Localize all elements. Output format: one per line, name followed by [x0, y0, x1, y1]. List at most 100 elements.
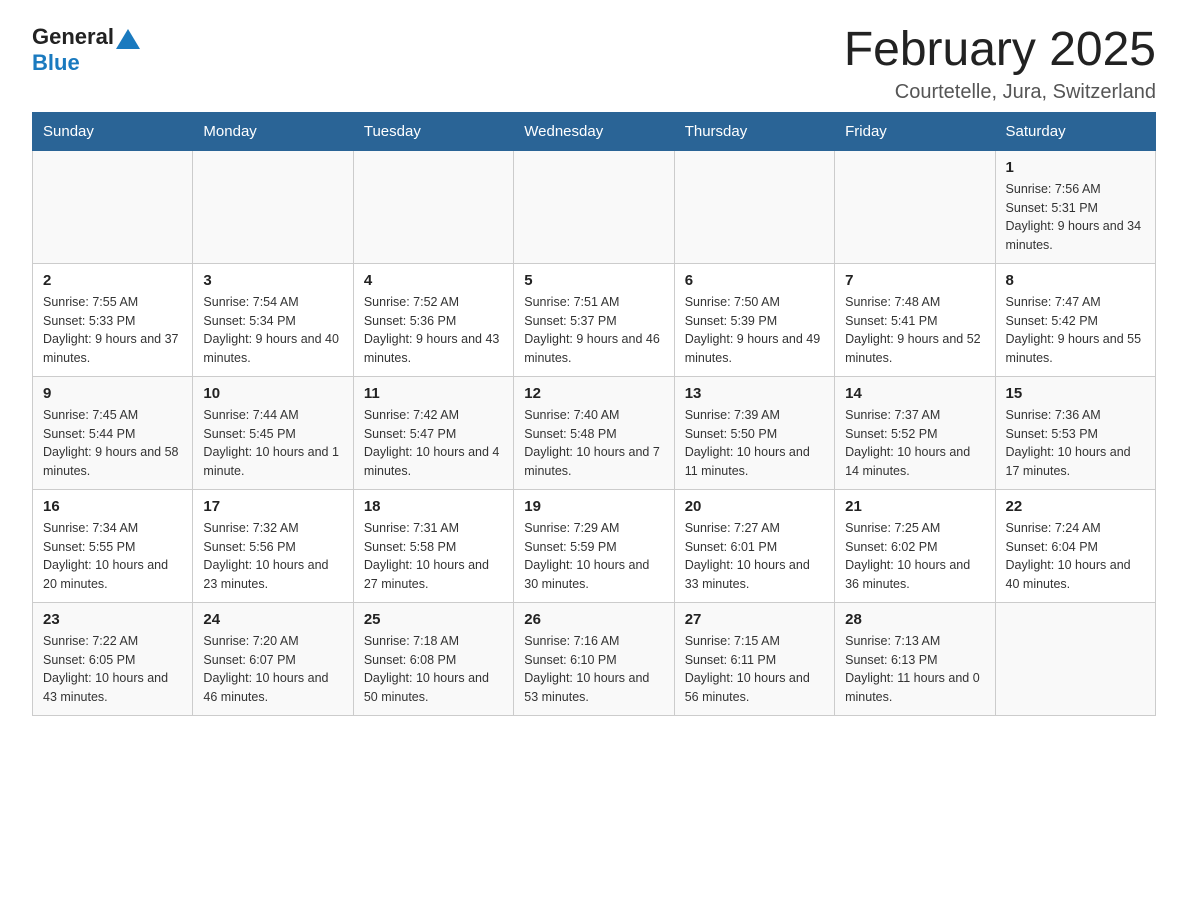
calendar-cell [514, 150, 674, 263]
calendar-cell: 19Sunrise: 7:29 AMSunset: 5:59 PMDayligh… [514, 489, 674, 602]
calendar-cell [995, 602, 1155, 715]
month-title: February 2025 [844, 24, 1156, 77]
day-info: Sunrise: 7:37 AMSunset: 5:52 PMDaylight:… [845, 406, 984, 481]
calendar-cell: 13 Sunrise: 7:39 AMSunset: 5:50 PMDayligh… [674, 376, 834, 489]
day-info: Sunrise: 7:48 AMSunset: 5:41 PMDaylight:… [845, 293, 984, 368]
day-number: 5 [524, 272, 663, 289]
calendar-week-row: 23 Sunrise: 7:22 AMSunset: 6:05 PMDayligh… [33, 602, 1156, 715]
calendar-cell: 23 Sunrise: 7:22 AMSunset: 6:05 PMDayligh… [33, 602, 193, 715]
calendar-cell: 28 Sunrise: 7:13 AMSunset: 6:13 PMDayligh… [835, 602, 995, 715]
calendar-cell: 21 Sunrise: 7:25 AMSunset: 6:02 PMDayligh… [835, 489, 995, 602]
calendar-cell: 20 Sunrise: 7:27 AMSunset: 6:01 PMDayligh… [674, 489, 834, 602]
logo-triangle-icon [116, 29, 140, 49]
day-number: 1 [1006, 159, 1145, 176]
location-title: Courtetelle, Jura, Switzerland [844, 81, 1156, 104]
calendar-cell: 7 Sunrise: 7:48 AMSunset: 5:41 PMDaylight… [835, 263, 995, 376]
day-info: Sunrise: 7:55 AMSunset: 5:33 PMDaylight:… [43, 293, 182, 368]
day-info: Sunrise: 7:51 AMSunset: 5:37 PMDaylight:… [524, 293, 663, 368]
day-number: 27 [685, 611, 824, 628]
calendar-cell: 1Sunrise: 7:56 AMSunset: 5:31 PMDaylight… [995, 150, 1155, 263]
day-info: Sunrise: 7:20 AMSunset: 6:07 PMDaylight:… [203, 632, 342, 707]
day-info: Sunrise: 7:47 AMSunset: 5:42 PMDaylight:… [1006, 293, 1145, 368]
day-info: Sunrise: 7:13 AMSunset: 6:13 PMDaylight:… [845, 632, 984, 707]
calendar-cell: 17Sunrise: 7:32 AMSunset: 5:56 PMDayligh… [193, 489, 353, 602]
day-number: 14 [845, 385, 984, 402]
day-info: Sunrise: 7:24 AMSunset: 6:04 PMDaylight:… [1006, 519, 1145, 594]
weekday-header-tuesday: Tuesday [353, 112, 513, 150]
day-info: Sunrise: 7:16 AMSunset: 6:10 PMDaylight:… [524, 632, 663, 707]
calendar-cell: 18 Sunrise: 7:31 AMSunset: 5:58 PMDayligh… [353, 489, 513, 602]
calendar-week-row: 16 Sunrise: 7:34 AMSunset: 5:55 PMDayligh… [33, 489, 1156, 602]
day-number: 13 [685, 385, 824, 402]
day-number: 9 [43, 385, 182, 402]
day-info: Sunrise: 7:54 AMSunset: 5:34 PMDaylight:… [203, 293, 342, 368]
logo-blue-text: Blue [32, 50, 80, 75]
day-number: 10 [203, 385, 342, 402]
day-info: Sunrise: 7:27 AMSunset: 6:01 PMDaylight:… [685, 519, 824, 594]
calendar-cell: 22 Sunrise: 7:24 AMSunset: 6:04 PMDayligh… [995, 489, 1155, 602]
weekday-header-sunday: Sunday [33, 112, 193, 150]
calendar-cell: 25 Sunrise: 7:18 AMSunset: 6:08 PMDayligh… [353, 602, 513, 715]
calendar-cell: 10Sunrise: 7:44 AMSunset: 5:45 PMDayligh… [193, 376, 353, 489]
day-number: 4 [364, 272, 503, 289]
calendar-cell [835, 150, 995, 263]
day-info: Sunrise: 7:50 AMSunset: 5:39 PMDaylight:… [685, 293, 824, 368]
calendar-cell [33, 150, 193, 263]
calendar-cell: 5 Sunrise: 7:51 AMSunset: 5:37 PMDaylight… [514, 263, 674, 376]
title-block: February 2025 Courtetelle, Jura, Switzer… [844, 24, 1156, 104]
day-info: Sunrise: 7:45 AMSunset: 5:44 PMDaylight:… [43, 406, 182, 481]
calendar-week-row: 2 Sunrise: 7:55 AMSunset: 5:33 PMDaylight… [33, 263, 1156, 376]
day-number: 28 [845, 611, 984, 628]
calendar-cell: 3 Sunrise: 7:54 AMSunset: 5:34 PMDaylight… [193, 263, 353, 376]
day-number: 23 [43, 611, 182, 628]
day-number: 15 [1006, 385, 1145, 402]
calendar-cell: 16 Sunrise: 7:34 AMSunset: 5:55 PMDayligh… [33, 489, 193, 602]
calendar-week-row: 1Sunrise: 7:56 AMSunset: 5:31 PMDaylight… [33, 150, 1156, 263]
weekday-header-thursday: Thursday [674, 112, 834, 150]
weekday-header-saturday: Saturday [995, 112, 1155, 150]
day-number: 25 [364, 611, 503, 628]
calendar-cell: 8Sunrise: 7:47 AMSunset: 5:42 PMDaylight… [995, 263, 1155, 376]
weekday-header-wednesday: Wednesday [514, 112, 674, 150]
day-number: 3 [203, 272, 342, 289]
page-header: General Blue February 2025 Courtetelle, … [32, 24, 1156, 104]
day-number: 26 [524, 611, 663, 628]
day-number: 2 [43, 272, 182, 289]
calendar-cell: 27 Sunrise: 7:15 AMSunset: 6:11 PMDayligh… [674, 602, 834, 715]
logo: General Blue [32, 24, 140, 76]
day-info: Sunrise: 7:42 AMSunset: 5:47 PMDaylight:… [364, 406, 503, 481]
calendar-week-row: 9 Sunrise: 7:45 AMSunset: 5:44 PMDaylight… [33, 376, 1156, 489]
day-number: 7 [845, 272, 984, 289]
day-info: Sunrise: 7:15 AMSunset: 6:11 PMDaylight:… [685, 632, 824, 707]
calendar-cell: 9 Sunrise: 7:45 AMSunset: 5:44 PMDaylight… [33, 376, 193, 489]
calendar-cell: 12Sunrise: 7:40 AMSunset: 5:48 PMDayligh… [514, 376, 674, 489]
day-number: 6 [685, 272, 824, 289]
day-info: Sunrise: 7:22 AMSunset: 6:05 PMDaylight:… [43, 632, 182, 707]
calendar-cell: 15 Sunrise: 7:36 AMSunset: 5:53 PMDayligh… [995, 376, 1155, 489]
day-info: Sunrise: 7:18 AMSunset: 6:08 PMDaylight:… [364, 632, 503, 707]
day-number: 19 [524, 498, 663, 515]
calendar-cell: 4Sunrise: 7:52 AMSunset: 5:36 PMDaylight… [353, 263, 513, 376]
day-info: Sunrise: 7:34 AMSunset: 5:55 PMDaylight:… [43, 519, 182, 594]
day-number: 24 [203, 611, 342, 628]
day-number: 21 [845, 498, 984, 515]
day-info: Sunrise: 7:36 AMSunset: 5:53 PMDaylight:… [1006, 406, 1145, 481]
day-info: Sunrise: 7:25 AMSunset: 6:02 PMDaylight:… [845, 519, 984, 594]
calendar-cell: 24 Sunrise: 7:20 AMSunset: 6:07 PMDayligh… [193, 602, 353, 715]
calendar-cell: 11 Sunrise: 7:42 AMSunset: 5:47 PMDayligh… [353, 376, 513, 489]
weekday-header-friday: Friday [835, 112, 995, 150]
calendar-cell [193, 150, 353, 263]
calendar-cell [674, 150, 834, 263]
day-info: Sunrise: 7:31 AMSunset: 5:58 PMDaylight:… [364, 519, 503, 594]
day-number: 11 [364, 385, 503, 402]
calendar-cell: 14 Sunrise: 7:37 AMSunset: 5:52 PMDayligh… [835, 376, 995, 489]
day-number: 18 [364, 498, 503, 515]
weekday-header-monday: Monday [193, 112, 353, 150]
day-number: 12 [524, 385, 663, 402]
day-info: Sunrise: 7:32 AMSunset: 5:56 PMDaylight:… [203, 519, 342, 594]
day-info: Sunrise: 7:39 AMSunset: 5:50 PMDaylight:… [685, 406, 824, 481]
day-number: 20 [685, 498, 824, 515]
calendar-header-row: SundayMondayTuesdayWednesdayThursdayFrid… [33, 112, 1156, 150]
day-number: 16 [43, 498, 182, 515]
day-number: 22 [1006, 498, 1145, 515]
